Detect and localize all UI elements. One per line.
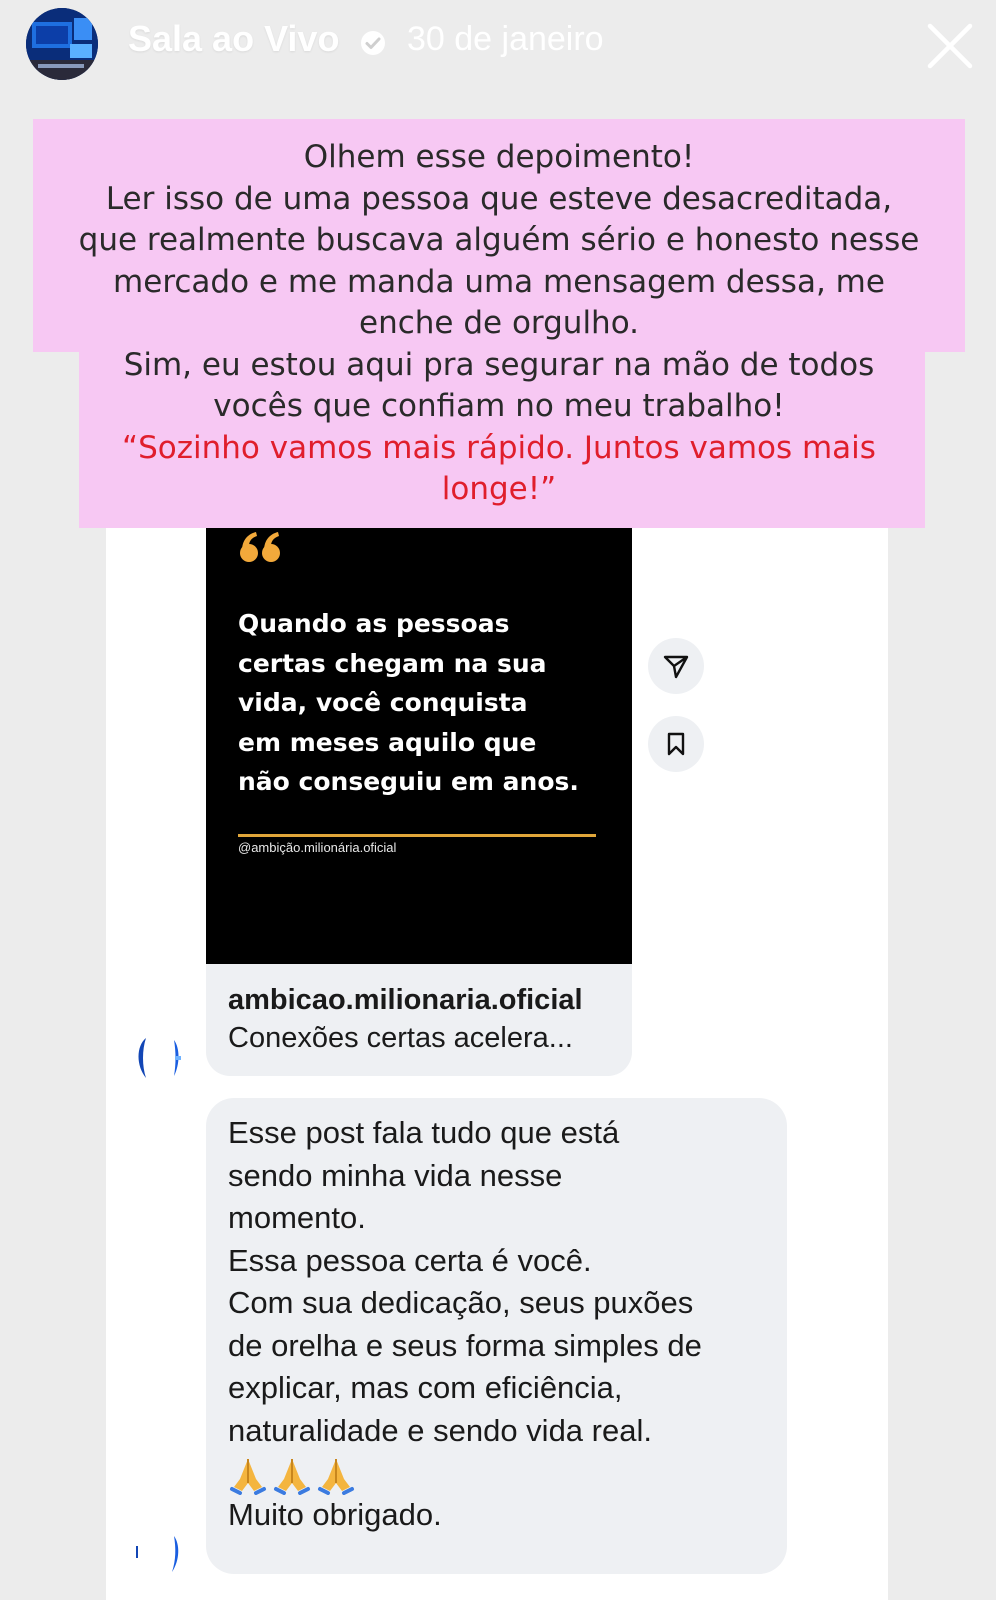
- message-line: naturalidade e sendo vida real.: [228, 1412, 652, 1448]
- message-line: momento.: [228, 1200, 366, 1235]
- caption-quote-line: “Sozinho vamos mais rápido. Juntos vamos…: [122, 429, 876, 466]
- post-quote-line: em meses aquilo que: [238, 727, 537, 757]
- post-preview-text: Conexões certas acelera...: [228, 1022, 573, 1054]
- folded-hands-icon: [230, 1458, 266, 1495]
- post-quote-line: certas chegam na sua: [238, 648, 547, 678]
- send-icon: [663, 655, 689, 679]
- post-quote-line: Quando as pessoas: [238, 609, 510, 638]
- caption-line: mercado e me manda uma mensagem dessa, m…: [113, 263, 885, 300]
- prayer-emojis: [228, 1452, 773, 1495]
- caption-line: Olhem esse depoimento!: [303, 139, 695, 175]
- folded-hands-icon: [274, 1458, 310, 1495]
- shared-post-image[interactable]: Quando as pessoas certas chegam na sua v…: [206, 528, 632, 964]
- message-line: sendo minha vida nesse: [228, 1157, 563, 1193]
- bookmark-icon: [667, 732, 685, 756]
- message-closing: Muito obrigado.: [228, 1497, 442, 1532]
- shared-post-footer[interactable]: ambicao.milionaria.oficial Conexões cert…: [206, 964, 632, 1076]
- post-account-name[interactable]: ambicao.milionaria.oficial: [228, 984, 583, 1017]
- caption-quote-line: longe!”: [441, 471, 557, 507]
- quote-mark-icon: [240, 532, 280, 562]
- caption-line: vocês que confiam no meu trabalho!: [213, 388, 785, 424]
- username[interactable]: Sala ao Vivo: [128, 18, 339, 60]
- close-icon[interactable]: [922, 18, 978, 74]
- profile-avatar[interactable]: [26, 8, 98, 80]
- caption-line: que realmente buscava alguém sério e hon…: [78, 222, 920, 258]
- message-line: Esse post fala tudo que está: [228, 1115, 620, 1150]
- caption-line: Sim, eu estou aqui pra segurar na mão de…: [123, 346, 875, 383]
- post-quote-text: Quando as pessoas certas chegam na sua v…: [238, 604, 608, 802]
- message-line: Essa pessoa certa é você.: [228, 1242, 592, 1278]
- share-button[interactable]: [648, 638, 704, 694]
- caption-line: enche de orgulho.: [359, 305, 639, 341]
- message-text: Esse post fala tudo que está sendo minha…: [228, 1112, 773, 1537]
- caption-line: Ler isso de uma pessoa que esteve desacr…: [105, 180, 893, 217]
- verified-badge-icon: [361, 31, 385, 55]
- post-divider: [238, 834, 596, 837]
- save-button[interactable]: [648, 716, 704, 772]
- post-quote-line: não conseguiu em anos.: [238, 767, 579, 796]
- story-caption: Olhem esse depoimento! Ler isso de uma p…: [33, 137, 965, 511]
- post-date: 30 de janeiro: [407, 20, 604, 58]
- message-line: Com sua dedicação, seus puxões: [228, 1285, 694, 1320]
- message-line: de orelha e seus forma simples de: [228, 1327, 702, 1363]
- folded-hands-icon: [318, 1458, 354, 1495]
- message-line: explicar, mas com eficiência,: [228, 1370, 623, 1405]
- post-watermark-handle: @ambição.milionária.oficial: [238, 840, 397, 855]
- post-quote-line: vida, você conquista: [238, 688, 528, 717]
- story-header: Sala ao Vivo 30 de janeiro: [0, 0, 996, 100]
- message-bubble[interactable]: Esse post fala tudo que está sendo minha…: [206, 1098, 787, 1574]
- sender-avatar[interactable]: [134, 1530, 186, 1582]
- sender-avatar[interactable]: [134, 1034, 186, 1086]
